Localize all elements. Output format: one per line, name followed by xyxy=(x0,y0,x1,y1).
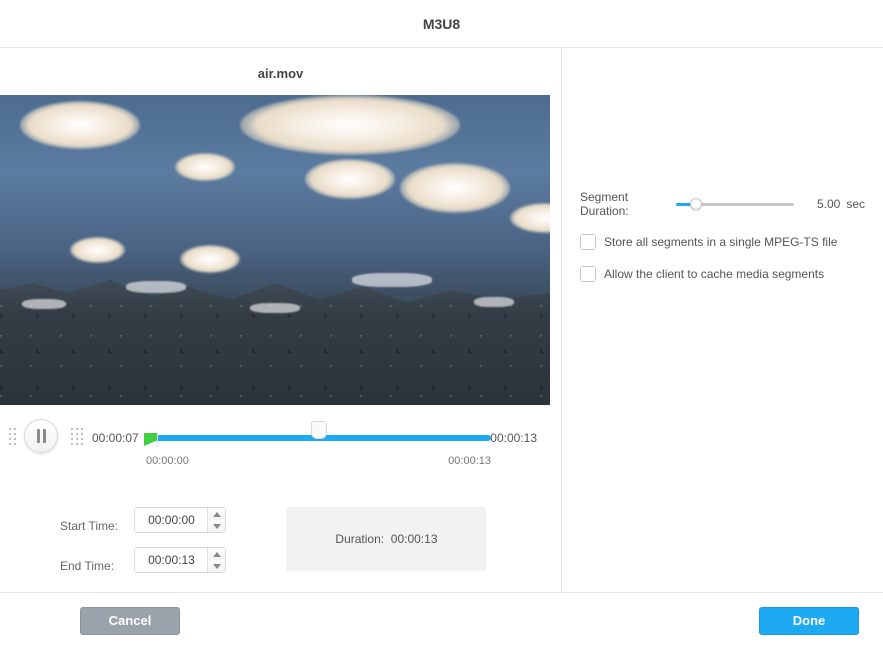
allow-cache-checkbox[interactable] xyxy=(580,266,596,282)
timeline: 00:00:07 00:00:13 00:00:00 00:00:13 xyxy=(0,419,561,479)
segment-duration-row: Segment Duration: 5.00 sec xyxy=(580,190,865,218)
store-single-checkbox[interactable] xyxy=(580,234,596,250)
store-single-label: Store all segments in a single MPEG-TS f… xyxy=(604,235,837,249)
content: air.mov 00:00:07 00:00:13 xyxy=(0,48,883,592)
tick-start: 00:00:00 xyxy=(146,455,189,467)
pause-icon xyxy=(37,429,46,443)
duration-value: 00:00:13 xyxy=(391,532,438,546)
start-time-label: Start Time: xyxy=(60,519,130,533)
chevron-up-icon xyxy=(213,512,221,517)
store-single-row[interactable]: Store all segments in a single MPEG-TS f… xyxy=(580,234,865,250)
start-time-input[interactable] xyxy=(135,508,207,532)
range-end-handle[interactable] xyxy=(457,433,493,447)
done-button[interactable]: Done xyxy=(759,607,859,635)
drag-grip-icon[interactable] xyxy=(8,427,18,447)
page-title: M3U8 xyxy=(423,16,460,32)
slider-knob-icon[interactable] xyxy=(690,198,702,210)
segment-duration-unit: sec xyxy=(846,197,865,211)
pause-button[interactable] xyxy=(24,419,58,453)
timeline-current-time: 00:00:07 xyxy=(92,431,139,445)
chevron-down-icon xyxy=(213,564,221,569)
header: M3U8 xyxy=(0,0,883,48)
timeline-total-time: 00:00:13 xyxy=(490,431,537,445)
end-time-up[interactable] xyxy=(208,548,225,560)
drag-grip-icon[interactable] xyxy=(70,427,84,447)
timeline-ticks: 00:00:00 00:00:13 xyxy=(146,455,491,467)
tick-end: 00:00:13 xyxy=(448,455,491,467)
start-time-down[interactable] xyxy=(208,520,225,532)
start-time-stepper[interactable] xyxy=(134,507,226,533)
allow-cache-row[interactable]: Allow the client to cache media segments xyxy=(580,266,865,282)
video-filename: air.mov xyxy=(0,48,561,95)
left-panel: air.mov 00:00:07 00:00:13 xyxy=(0,48,562,592)
video-preview[interactable] xyxy=(0,95,550,405)
allow-cache-label: Allow the client to cache media segments xyxy=(604,267,824,281)
timeline-playhead[interactable] xyxy=(311,421,327,439)
end-time-label: End Time: xyxy=(60,559,130,573)
cancel-button[interactable]: Cancel xyxy=(80,607,180,635)
duration-label: Duration: xyxy=(335,532,384,546)
duration-box: Duration: 00:00:13 xyxy=(286,507,486,571)
end-time-input[interactable] xyxy=(135,548,207,572)
segment-duration-value: 5.00 xyxy=(800,197,840,211)
segment-duration-slider[interactable] xyxy=(676,196,794,212)
chevron-up-icon xyxy=(213,552,221,557)
end-time-stepper[interactable] xyxy=(134,547,226,573)
right-panel: Segment Duration: 5.00 sec Store all seg… xyxy=(562,48,883,592)
end-time-down[interactable] xyxy=(208,560,225,572)
footer: Cancel Done xyxy=(0,592,883,648)
chevron-down-icon xyxy=(213,524,221,529)
range-start-handle[interactable] xyxy=(144,433,158,447)
start-time-up[interactable] xyxy=(208,508,225,520)
timeline-track[interactable] xyxy=(146,435,491,441)
segment-duration-label: Segment Duration: xyxy=(580,190,668,218)
time-fields: Start Time: End Time: xyxy=(0,479,561,587)
